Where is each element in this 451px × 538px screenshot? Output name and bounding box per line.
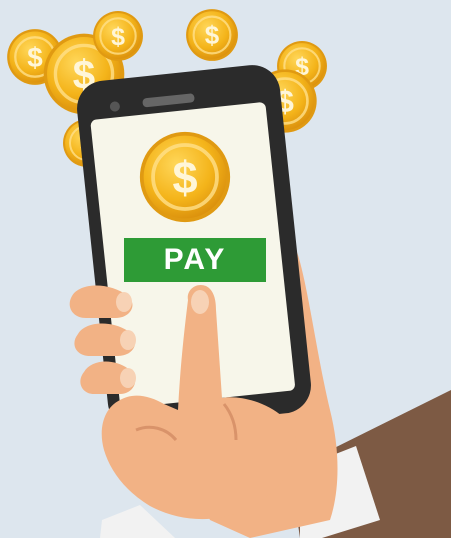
payment-illustration: $ <box>0 0 451 538</box>
pay-button-background <box>124 238 266 282</box>
dollar-coin-icon <box>185 8 239 62</box>
screen-dollar-coin-icon <box>138 130 232 224</box>
illustration-canvas: $ <box>0 0 451 538</box>
dollar-coin-icon <box>92 10 144 62</box>
